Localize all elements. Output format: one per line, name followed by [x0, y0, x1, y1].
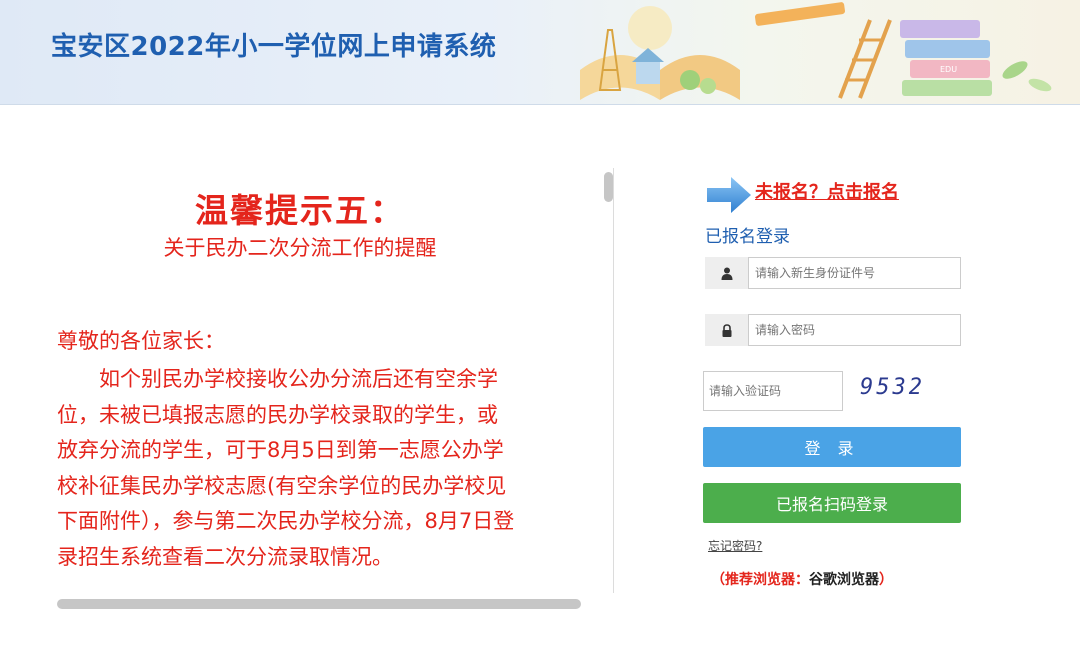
browser-tip-close: ）: [879, 572, 893, 588]
browser-tip-open: （推荐浏览器：: [711, 572, 809, 588]
register-link-text[interactable]: 未报名？点击报名: [755, 178, 899, 204]
captcha-image[interactable]: 9532: [860, 375, 925, 400]
browser-recommendation: （推荐浏览器：谷歌浏览器）: [711, 569, 893, 589]
login-heading: 已报名登录: [705, 227, 790, 247]
page-title: 宝安区2022年小一学位网上申请系统: [51, 32, 497, 62]
user-icon: [705, 257, 748, 289]
lock-icon: [705, 314, 748, 346]
password-field-row: [705, 314, 961, 346]
browser-tip-name: 谷歌浏览器: [809, 572, 879, 588]
id-number-input[interactable]: [748, 257, 961, 289]
notice-subtitle: 关于民办二次分流工作的提醒: [163, 236, 437, 260]
notice-title: 温馨提示五：: [195, 191, 405, 230]
arrow-right-icon: [707, 177, 751, 213]
panel-divider: [613, 168, 614, 593]
register-link[interactable]: 未报名？点击报名: [705, 175, 899, 215]
page-header: 宝安区2022年小一学位网上申请系统 EDU: [0, 0, 1080, 105]
notice-greeting: 尊敬的各位家长：: [57, 329, 225, 353]
scan-login-button[interactable]: 已报名扫码登录: [703, 483, 961, 523]
header-illustration: EDU: [580, 2, 1052, 100]
password-input[interactable]: [748, 314, 961, 346]
login-button[interactable]: 登 录: [703, 427, 961, 467]
captcha-input[interactable]: [703, 371, 843, 411]
forgot-password-link[interactable]: 忘记密码?: [708, 537, 762, 554]
id-field-row: [705, 257, 961, 289]
vertical-scrollbar[interactable]: [604, 172, 613, 202]
edu-badge: EDU: [940, 65, 957, 74]
horizontal-scrollbar[interactable]: [57, 599, 581, 609]
notice-body: 如个别民办学校接收公办分流后还有空余学位，未被已填报志愿的民办学校录取的学生，或…: [57, 367, 515, 569]
notice-panel: 温馨提示五： 关于民办二次分流工作的提醒 尊敬的各位家长： 如个别民办学校接收公…: [40, 170, 600, 595]
